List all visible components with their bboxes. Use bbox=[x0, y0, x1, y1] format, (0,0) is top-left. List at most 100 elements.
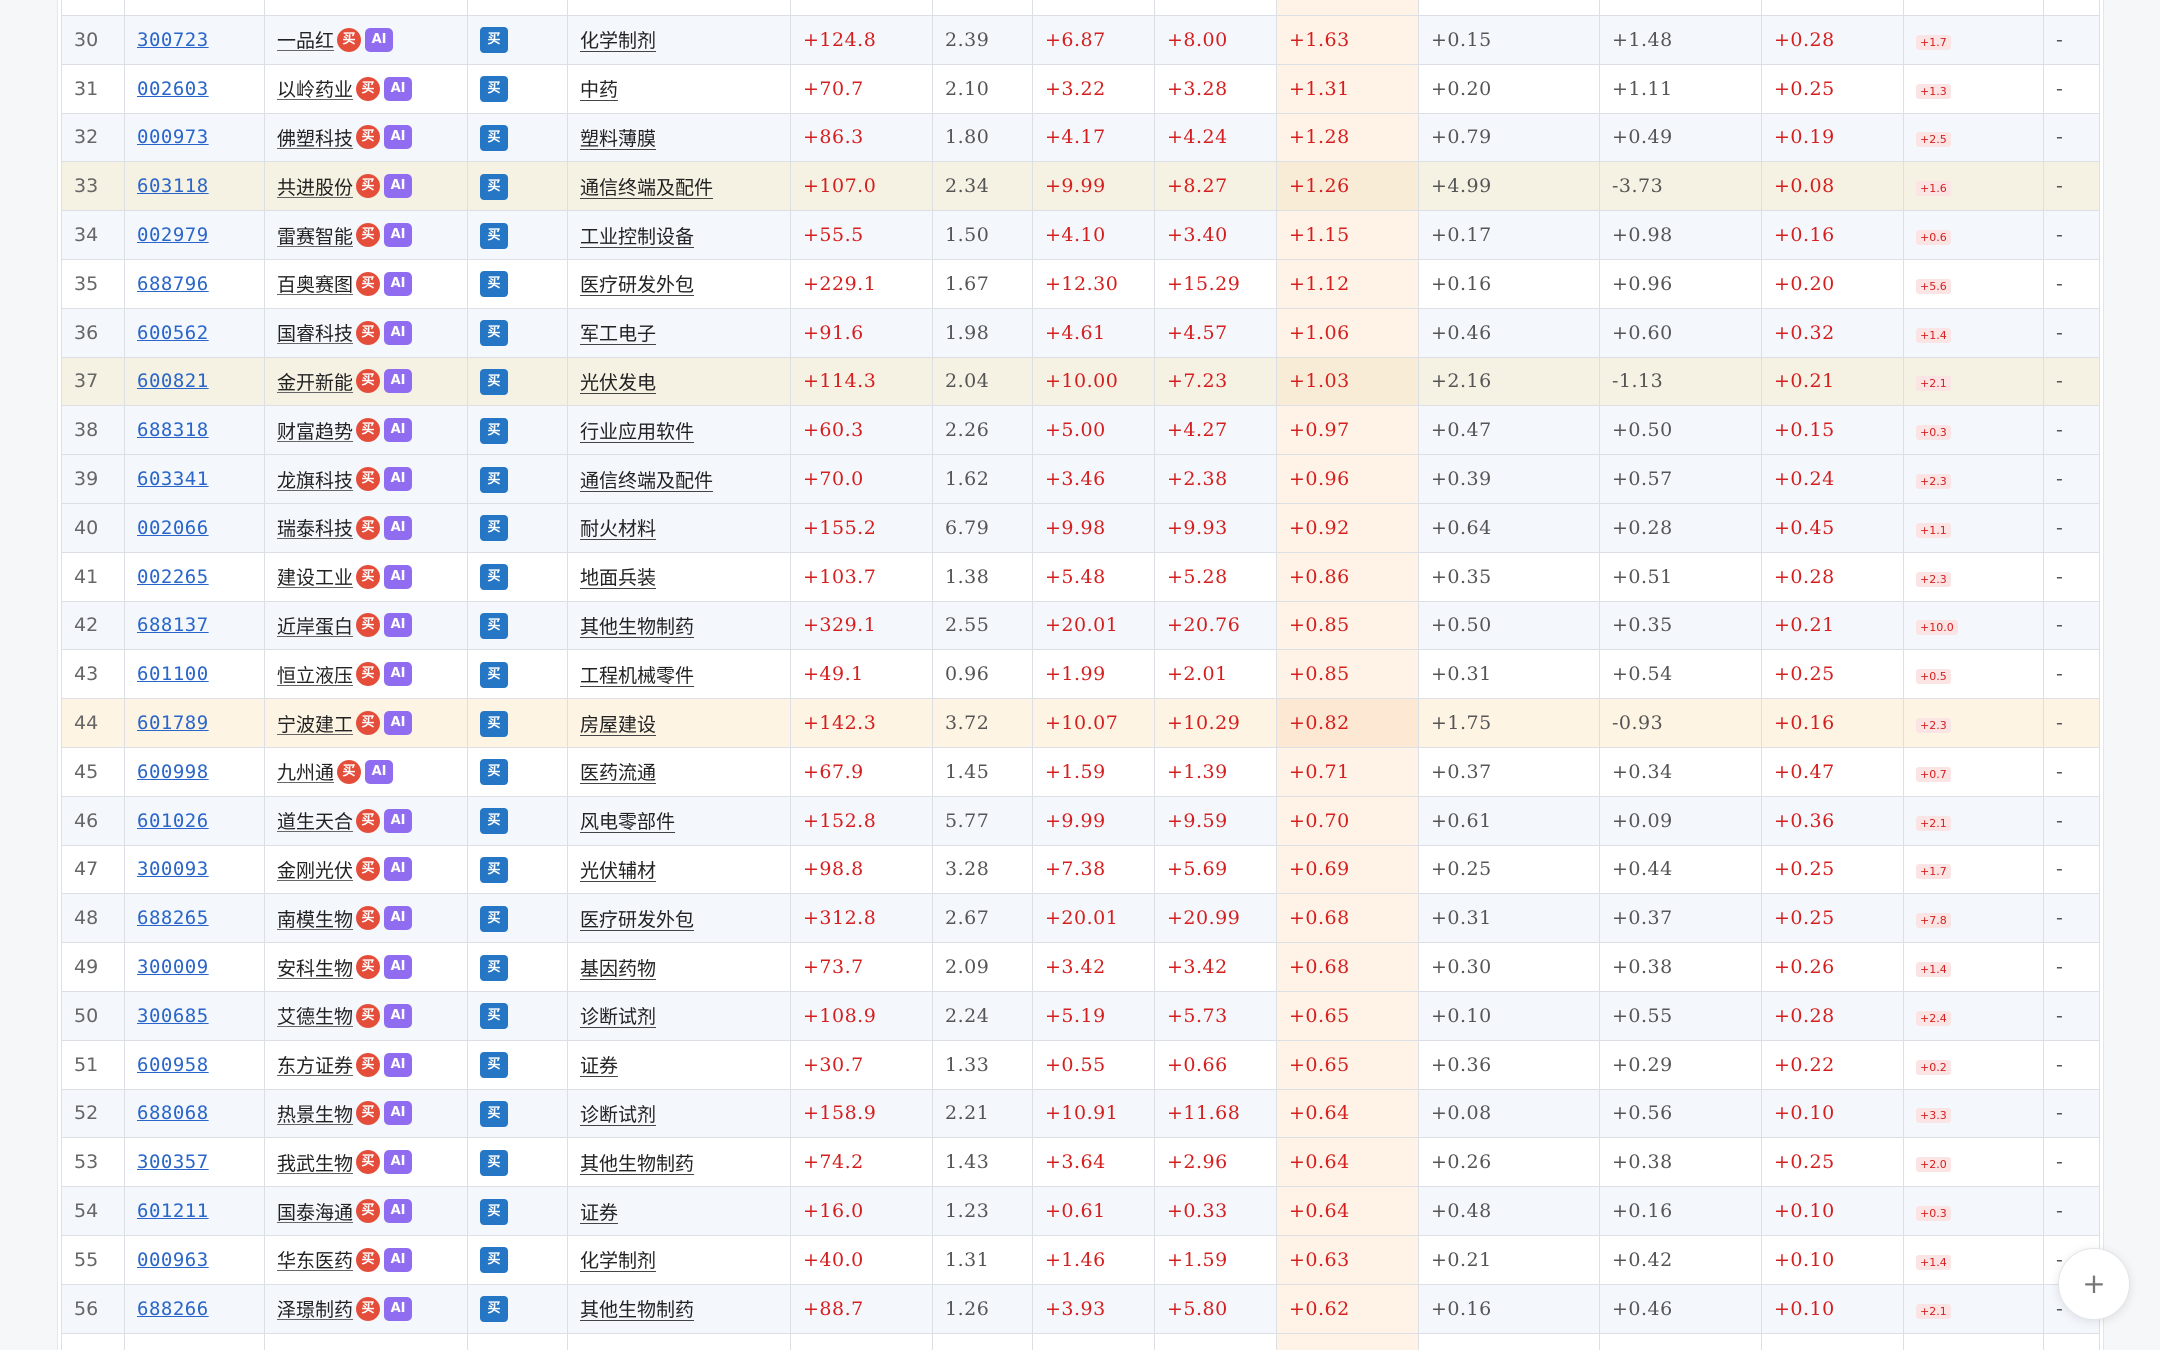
ai-badge-icon[interactable]: AI bbox=[384, 1003, 413, 1028]
buy-action-button[interactable]: 买 bbox=[480, 710, 508, 737]
stock-name[interactable]: 国睿科技 bbox=[277, 323, 353, 345]
stock-code-link[interactable]: 603118 bbox=[137, 175, 209, 197]
buy-action-button[interactable]: 买 bbox=[480, 124, 508, 151]
stock-name[interactable]: 宁波建工 bbox=[277, 714, 353, 736]
ai-badge-icon[interactable]: AI bbox=[384, 271, 413, 296]
industry-link[interactable]: 中药 bbox=[580, 79, 618, 101]
stock-name[interactable]: 共进股份 bbox=[277, 177, 353, 199]
industry-link[interactable]: 医疗研发外包 bbox=[580, 909, 694, 931]
table-row[interactable]: 35 688796 百奥赛图买 AI 买医疗研发外包 +229.1 1.67 +12.30 +1… bbox=[61, 258, 2100, 309]
industry-link[interactable]: 工业控制设备 bbox=[580, 226, 694, 248]
stock-name[interactable]: 瑞泰科技 bbox=[277, 518, 353, 540]
buy-badge-icon[interactable]: 买 bbox=[337, 27, 362, 52]
table-row[interactable]: 51 600958 东方证券买 AI 买证券 +30.7 1.33 +0.55 +0.66 +0.… bbox=[61, 1039, 2100, 1090]
stock-code-link[interactable]: 300357 bbox=[137, 1151, 209, 1173]
stock-code-link[interactable]: 603341 bbox=[137, 468, 209, 490]
stock-name[interactable]: 以岭药业 bbox=[277, 79, 353, 101]
ai-badge-icon[interactable]: AI bbox=[384, 418, 413, 443]
stock-name[interactable]: 恒立液压 bbox=[277, 665, 353, 687]
buy-action-button[interactable]: 买 bbox=[480, 466, 508, 493]
stock-code-link[interactable]: 688137 bbox=[137, 614, 209, 636]
stock-code-link[interactable]: 600958 bbox=[137, 1054, 209, 1076]
industry-link[interactable]: 医疗研发外包 bbox=[580, 274, 694, 296]
table-row[interactable]: 31 002603 以岭药业买 AI 买中药 +70.7 2.10 +3.22 +3.28 +1.… bbox=[61, 63, 2100, 114]
buy-badge-icon[interactable]: 买 bbox=[356, 1003, 381, 1028]
buy-badge-icon[interactable]: 买 bbox=[356, 467, 381, 492]
buy-action-button[interactable]: 买 bbox=[480, 368, 508, 395]
table-row[interactable]: 33 603118 共进股份买 AI 买通信终端及配件 +107.0 2.34 +9.99 +8… bbox=[61, 161, 2100, 212]
buy-action-button[interactable]: 买 bbox=[480, 320, 508, 347]
stock-name[interactable]: 金开新能 bbox=[277, 372, 353, 394]
stock-name[interactable]: 我武生物 bbox=[277, 1153, 353, 1175]
buy-action-button[interactable]: 买 bbox=[480, 76, 508, 103]
stock-name[interactable]: 金刚光伏 bbox=[277, 860, 353, 882]
stock-name[interactable]: 安科生物 bbox=[277, 958, 353, 980]
stock-name[interactable]: 财富趋势 bbox=[277, 421, 353, 443]
buy-badge-icon[interactable]: 买 bbox=[356, 711, 381, 736]
buy-action-button[interactable]: 买 bbox=[480, 417, 508, 444]
table-row[interactable]: 38 688318 财富趋势买 AI 买行业应用软件 +60.3 2.26 +5.00 +4.2… bbox=[61, 405, 2100, 456]
industry-link[interactable]: 基因药物 bbox=[580, 958, 656, 980]
stock-code-link[interactable]: 688796 bbox=[137, 273, 209, 295]
stock-code-link[interactable]: 002603 bbox=[137, 78, 209, 100]
stock-code-link[interactable]: 601026 bbox=[137, 810, 209, 832]
ai-badge-icon[interactable]: AI bbox=[384, 369, 413, 394]
table-row[interactable]: 37 600821 金开新能买 AI 买光伏发电 +114.3 2.04 +10.00 +7.2… bbox=[61, 356, 2100, 407]
buy-badge-icon[interactable]: 买 bbox=[356, 125, 381, 150]
ai-badge-icon[interactable]: AI bbox=[384, 808, 413, 833]
buy-action-button[interactable]: 买 bbox=[480, 515, 508, 542]
stock-name[interactable]: 华东医药 bbox=[277, 1250, 353, 1272]
ai-badge-icon[interactable]: AI bbox=[384, 1296, 413, 1321]
buy-action-button[interactable]: 买 bbox=[480, 856, 508, 883]
stock-name[interactable]: 百奥赛图 bbox=[277, 274, 353, 296]
stock-code-link[interactable]: 002265 bbox=[137, 566, 209, 588]
table-row[interactable]: 50 300685 艾德生物买 AI 买诊断试剂 +108.9 2.24 +5.19 +5.73… bbox=[61, 990, 2100, 1041]
industry-link[interactable]: 诊断试剂 bbox=[580, 1006, 656, 1028]
ai-badge-icon[interactable]: AI bbox=[384, 1247, 413, 1272]
buy-action-button[interactable]: 买 bbox=[480, 759, 508, 786]
stock-code-link[interactable]: 600562 bbox=[137, 322, 209, 344]
stock-name[interactable]: 艾德生物 bbox=[277, 1006, 353, 1028]
buy-badge-icon[interactable]: 买 bbox=[356, 808, 381, 833]
buy-badge-icon[interactable]: 买 bbox=[356, 1199, 381, 1224]
stock-name[interactable]: 一品红 bbox=[277, 30, 334, 52]
ai-badge-icon[interactable]: AI bbox=[384, 467, 413, 492]
stock-code-link[interactable]: 688318 bbox=[137, 419, 209, 441]
industry-link[interactable]: 光伏辅材 bbox=[580, 860, 656, 882]
industry-link[interactable]: 地面兵装 bbox=[580, 567, 656, 589]
ai-badge-icon[interactable]: AI bbox=[384, 125, 413, 150]
stock-name[interactable]: 九州通 bbox=[277, 762, 334, 784]
buy-action-button[interactable]: 买 bbox=[480, 1296, 508, 1323]
stock-code-link[interactable]: 300093 bbox=[137, 858, 209, 880]
buy-badge-icon[interactable]: 买 bbox=[356, 613, 381, 638]
stock-code-link[interactable]: 601100 bbox=[137, 663, 209, 685]
ai-badge-icon[interactable]: AI bbox=[365, 759, 394, 784]
buy-badge-icon[interactable]: 买 bbox=[356, 515, 381, 540]
industry-link[interactable]: 通信终端及配件 bbox=[580, 470, 713, 492]
ai-badge-icon[interactable]: AI bbox=[384, 955, 413, 980]
buy-action-button[interactable]: 买 bbox=[480, 1247, 508, 1274]
industry-link[interactable]: 其他生物制药 bbox=[580, 616, 694, 638]
ai-badge-icon[interactable]: AI bbox=[384, 515, 413, 540]
table-row[interactable]: 30 300723 一品红买 AI 买化学制剂 +124.8 2.39 +6.87 +8.00 +… bbox=[61, 15, 2100, 65]
buy-action-button[interactable]: 买 bbox=[480, 27, 508, 54]
table-row[interactable]: 34 002979 雷赛智能买 AI 买工业控制设备 +55.5 1.50 +4.10 +3.4… bbox=[61, 210, 2100, 260]
ai-badge-icon[interactable]: AI bbox=[384, 662, 413, 687]
ai-badge-icon[interactable]: AI bbox=[365, 27, 394, 52]
stock-code-link[interactable]: 002979 bbox=[137, 224, 209, 246]
industry-link[interactable]: 医药流通 bbox=[580, 762, 656, 784]
buy-badge-icon[interactable]: 买 bbox=[356, 564, 381, 589]
buy-badge-icon[interactable]: 买 bbox=[356, 857, 381, 882]
buy-action-button[interactable]: 买 bbox=[480, 954, 508, 981]
table-row[interactable]: 39 603341 龙旗科技买 AI 买通信终端及配件 +70.0 1.62 +3.46 +2.… bbox=[61, 454, 2100, 504]
ai-badge-icon[interactable]: AI bbox=[384, 857, 413, 882]
buy-action-button[interactable]: 买 bbox=[480, 1052, 508, 1079]
ai-badge-icon[interactable]: AI bbox=[384, 76, 413, 101]
stock-code-link[interactable]: 688068 bbox=[137, 1102, 209, 1124]
ai-badge-icon[interactable]: AI bbox=[384, 320, 413, 345]
table-row[interactable]: 45 600998 九州通买 AI 买医药流通 +67.9 1.45 +1.59 +1.39 +0… bbox=[61, 746, 2100, 797]
buy-action-button[interactable]: 买 bbox=[480, 564, 508, 591]
buy-badge-icon[interactable]: 买 bbox=[356, 1052, 381, 1077]
buy-badge-icon[interactable]: 买 bbox=[356, 1101, 381, 1126]
table-row[interactable]: 54 601211 国泰海通买 AI 买证券 +16.0 1.23 +0.61 +0.33 +0.… bbox=[61, 1186, 2100, 1236]
